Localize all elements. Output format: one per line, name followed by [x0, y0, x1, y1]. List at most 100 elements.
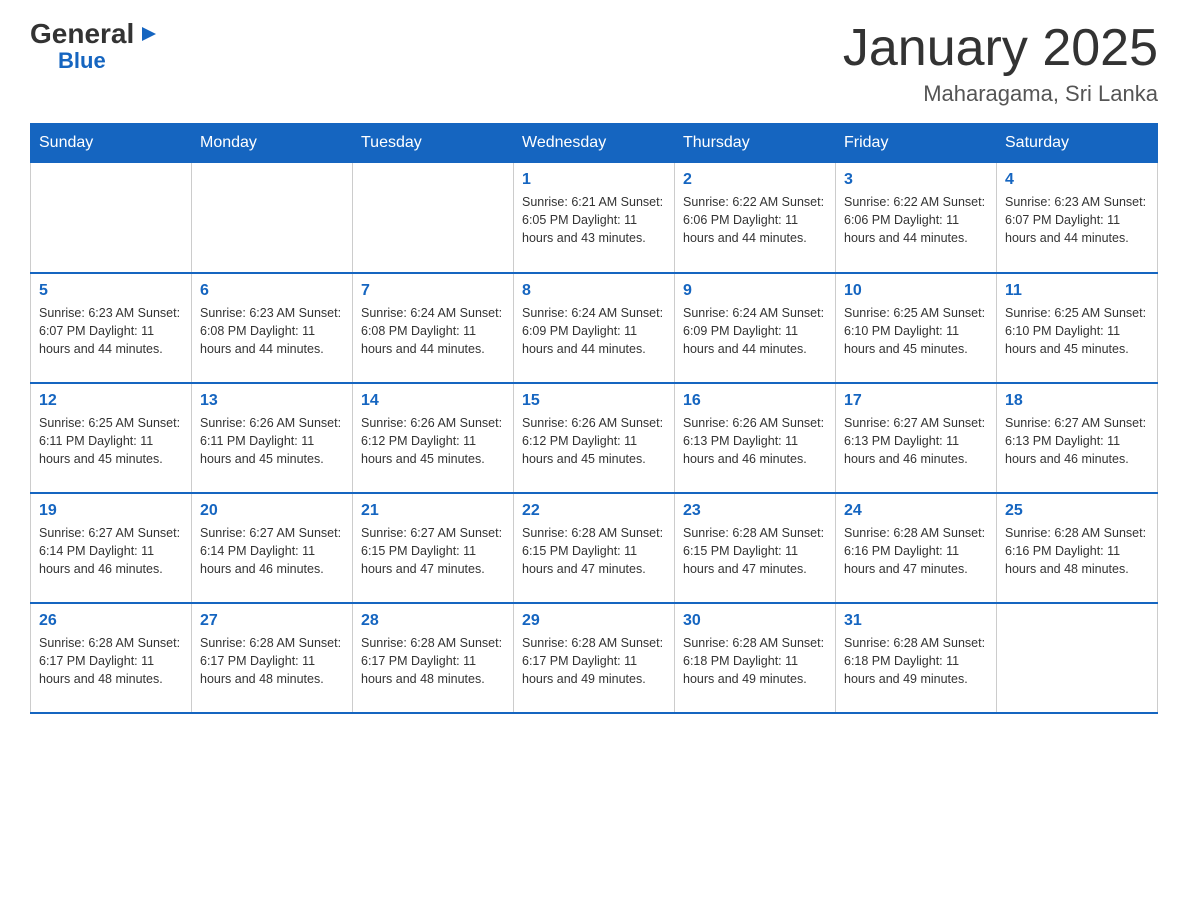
- logo-triangle-icon: [138, 25, 156, 48]
- day-info: Sunrise: 6:23 AM Sunset: 6:08 PM Dayligh…: [200, 304, 344, 358]
- day-info: Sunrise: 6:28 AM Sunset: 6:17 PM Dayligh…: [200, 634, 344, 688]
- day-info: Sunrise: 6:28 AM Sunset: 6:17 PM Dayligh…: [522, 634, 666, 688]
- table-row: [997, 603, 1158, 713]
- day-info: Sunrise: 6:26 AM Sunset: 6:12 PM Dayligh…: [361, 414, 505, 468]
- day-number: 7: [361, 282, 505, 300]
- day-number: 8: [522, 282, 666, 300]
- table-row: 30 Sunrise: 6:28 AM Sunset: 6:18 PM Dayli…: [675, 603, 836, 713]
- day-info: Sunrise: 6:27 AM Sunset: 6:13 PM Dayligh…: [1005, 414, 1149, 468]
- day-number: 26: [39, 612, 183, 630]
- table-row: 9Sunrise: 6:24 AM Sunset: 6:09 PM Daylig…: [675, 273, 836, 383]
- day-number: 17: [844, 392, 988, 410]
- table-row: [31, 163, 192, 273]
- calendar-week-row: 26 Sunrise: 6:28 AM Sunset: 6:17 PM Dayli…: [31, 603, 1158, 713]
- day-info: Sunrise: 6:27 AM Sunset: 6:14 PM Dayligh…: [39, 524, 183, 578]
- table-row: [353, 163, 514, 273]
- day-number: 25: [1005, 502, 1149, 520]
- day-info: Sunrise: 6:21 AM Sunset: 6:05 PM Dayligh…: [522, 193, 666, 247]
- table-row: 2 Sunrise: 6:22 AM Sunset: 6:06 PM Daylig…: [675, 163, 836, 273]
- table-row: 16 Sunrise: 6:26 AM Sunset: 6:13 PM Dayli…: [675, 383, 836, 493]
- col-monday: Monday: [192, 124, 353, 163]
- table-row: 29 Sunrise: 6:28 AM Sunset: 6:17 PM Dayli…: [514, 603, 675, 713]
- table-row: 31 Sunrise: 6:28 AM Sunset: 6:18 PM Dayli…: [836, 603, 997, 713]
- table-row: 27Sunrise: 6:28 AM Sunset: 6:17 PM Dayli…: [192, 603, 353, 713]
- logo-general-text: General: [30, 20, 134, 48]
- col-thursday: Thursday: [675, 124, 836, 163]
- table-row: 22 Sunrise: 6:28 AM Sunset: 6:15 PM Dayli…: [514, 493, 675, 603]
- day-info: Sunrise: 6:27 AM Sunset: 6:14 PM Dayligh…: [200, 524, 344, 578]
- table-row: 28Sunrise: 6:28 AM Sunset: 6:17 PM Dayli…: [353, 603, 514, 713]
- day-number: 15: [522, 392, 666, 410]
- table-row: 11Sunrise: 6:25 AM Sunset: 6:10 PM Dayli…: [997, 273, 1158, 383]
- day-info: Sunrise: 6:26 AM Sunset: 6:11 PM Dayligh…: [200, 414, 344, 468]
- table-row: 18 Sunrise: 6:27 AM Sunset: 6:13 PM Dayli…: [997, 383, 1158, 493]
- day-info: Sunrise: 6:22 AM Sunset: 6:06 PM Dayligh…: [844, 193, 988, 247]
- day-number: 2: [683, 171, 827, 189]
- calendar-week-row: 12 Sunrise: 6:25 AM Sunset: 6:11 PM Dayli…: [31, 383, 1158, 493]
- day-number: 20: [200, 502, 344, 520]
- table-row: 26 Sunrise: 6:28 AM Sunset: 6:17 PM Dayli…: [31, 603, 192, 713]
- col-sunday: Sunday: [31, 124, 192, 163]
- day-info: Sunrise: 6:28 AM Sunset: 6:17 PM Dayligh…: [39, 634, 183, 688]
- table-row: 19Sunrise: 6:27 AM Sunset: 6:14 PM Dayli…: [31, 493, 192, 603]
- day-number: 4: [1005, 171, 1149, 189]
- day-number: 22: [522, 502, 666, 520]
- day-number: 10: [844, 282, 988, 300]
- day-number: 14: [361, 392, 505, 410]
- day-number: 31: [844, 612, 988, 630]
- table-row: 3 Sunrise: 6:22 AM Sunset: 6:06 PM Daylig…: [836, 163, 997, 273]
- table-row: 12 Sunrise: 6:25 AM Sunset: 6:11 PM Dayli…: [31, 383, 192, 493]
- day-info: Sunrise: 6:26 AM Sunset: 6:13 PM Dayligh…: [683, 414, 827, 468]
- table-row: 8 Sunrise: 6:24 AM Sunset: 6:09 PM Daylig…: [514, 273, 675, 383]
- day-info: Sunrise: 6:25 AM Sunset: 6:11 PM Dayligh…: [39, 414, 183, 468]
- logo: General Blue: [30, 20, 156, 74]
- table-row: 15 Sunrise: 6:26 AM Sunset: 6:12 PM Dayli…: [514, 383, 675, 493]
- table-row: 5Sunrise: 6:23 AM Sunset: 6:07 PM Daylig…: [31, 273, 192, 383]
- table-row: 25 Sunrise: 6:28 AM Sunset: 6:16 PM Dayli…: [997, 493, 1158, 603]
- table-row: 17 Sunrise: 6:27 AM Sunset: 6:13 PM Dayli…: [836, 383, 997, 493]
- logo-blue-text: Blue: [58, 48, 106, 74]
- table-row: 10 Sunrise: 6:25 AM Sunset: 6:10 PM Dayli…: [836, 273, 997, 383]
- day-info: Sunrise: 6:25 AM Sunset: 6:10 PM Dayligh…: [844, 304, 988, 358]
- page-header: General Blue January 2025 Maharagama, Sr…: [30, 20, 1158, 107]
- calendar-header-row: Sunday Monday Tuesday Wednesday Thursday…: [31, 124, 1158, 163]
- calendar-week-row: 19Sunrise: 6:27 AM Sunset: 6:14 PM Dayli…: [31, 493, 1158, 603]
- day-info: Sunrise: 6:28 AM Sunset: 6:15 PM Dayligh…: [683, 524, 827, 578]
- day-info: Sunrise: 6:26 AM Sunset: 6:12 PM Dayligh…: [522, 414, 666, 468]
- day-info: Sunrise: 6:27 AM Sunset: 6:13 PM Dayligh…: [844, 414, 988, 468]
- day-info: Sunrise: 6:28 AM Sunset: 6:15 PM Dayligh…: [522, 524, 666, 578]
- calendar-week-row: 1Sunrise: 6:21 AM Sunset: 6:05 PM Daylig…: [31, 163, 1158, 273]
- table-row: 23Sunrise: 6:28 AM Sunset: 6:15 PM Dayli…: [675, 493, 836, 603]
- day-number: 18: [1005, 392, 1149, 410]
- day-info: Sunrise: 6:28 AM Sunset: 6:17 PM Dayligh…: [361, 634, 505, 688]
- table-row: 14 Sunrise: 6:26 AM Sunset: 6:12 PM Dayli…: [353, 383, 514, 493]
- title-block: January 2025 Maharagama, Sri Lanka: [843, 20, 1158, 107]
- day-info: Sunrise: 6:27 AM Sunset: 6:15 PM Dayligh…: [361, 524, 505, 578]
- day-info: Sunrise: 6:24 AM Sunset: 6:08 PM Dayligh…: [361, 304, 505, 358]
- day-number: 16: [683, 392, 827, 410]
- day-number: 13: [200, 392, 344, 410]
- day-number: 21: [361, 502, 505, 520]
- day-info: Sunrise: 6:28 AM Sunset: 6:16 PM Dayligh…: [1005, 524, 1149, 578]
- day-info: Sunrise: 6:24 AM Sunset: 6:09 PM Dayligh…: [522, 304, 666, 358]
- calendar-week-row: 5Sunrise: 6:23 AM Sunset: 6:07 PM Daylig…: [31, 273, 1158, 383]
- day-info: Sunrise: 6:28 AM Sunset: 6:18 PM Dayligh…: [683, 634, 827, 688]
- day-number: 3: [844, 171, 988, 189]
- day-number: 29: [522, 612, 666, 630]
- location-title: Maharagama, Sri Lanka: [843, 81, 1158, 107]
- table-row: 4Sunrise: 6:23 AM Sunset: 6:07 PM Daylig…: [997, 163, 1158, 273]
- day-number: 5: [39, 282, 183, 300]
- day-info: Sunrise: 6:24 AM Sunset: 6:09 PM Dayligh…: [683, 304, 827, 358]
- day-info: Sunrise: 6:22 AM Sunset: 6:06 PM Dayligh…: [683, 193, 827, 247]
- day-info: Sunrise: 6:28 AM Sunset: 6:18 PM Dayligh…: [844, 634, 988, 688]
- day-number: 12: [39, 392, 183, 410]
- col-wednesday: Wednesday: [514, 124, 675, 163]
- table-row: 7 Sunrise: 6:24 AM Sunset: 6:08 PM Daylig…: [353, 273, 514, 383]
- col-saturday: Saturday: [997, 124, 1158, 163]
- table-row: 1Sunrise: 6:21 AM Sunset: 6:05 PM Daylig…: [514, 163, 675, 273]
- table-row: [192, 163, 353, 273]
- table-row: 24Sunrise: 6:28 AM Sunset: 6:16 PM Dayli…: [836, 493, 997, 603]
- month-title: January 2025: [843, 20, 1158, 77]
- col-tuesday: Tuesday: [353, 124, 514, 163]
- day-number: 30: [683, 612, 827, 630]
